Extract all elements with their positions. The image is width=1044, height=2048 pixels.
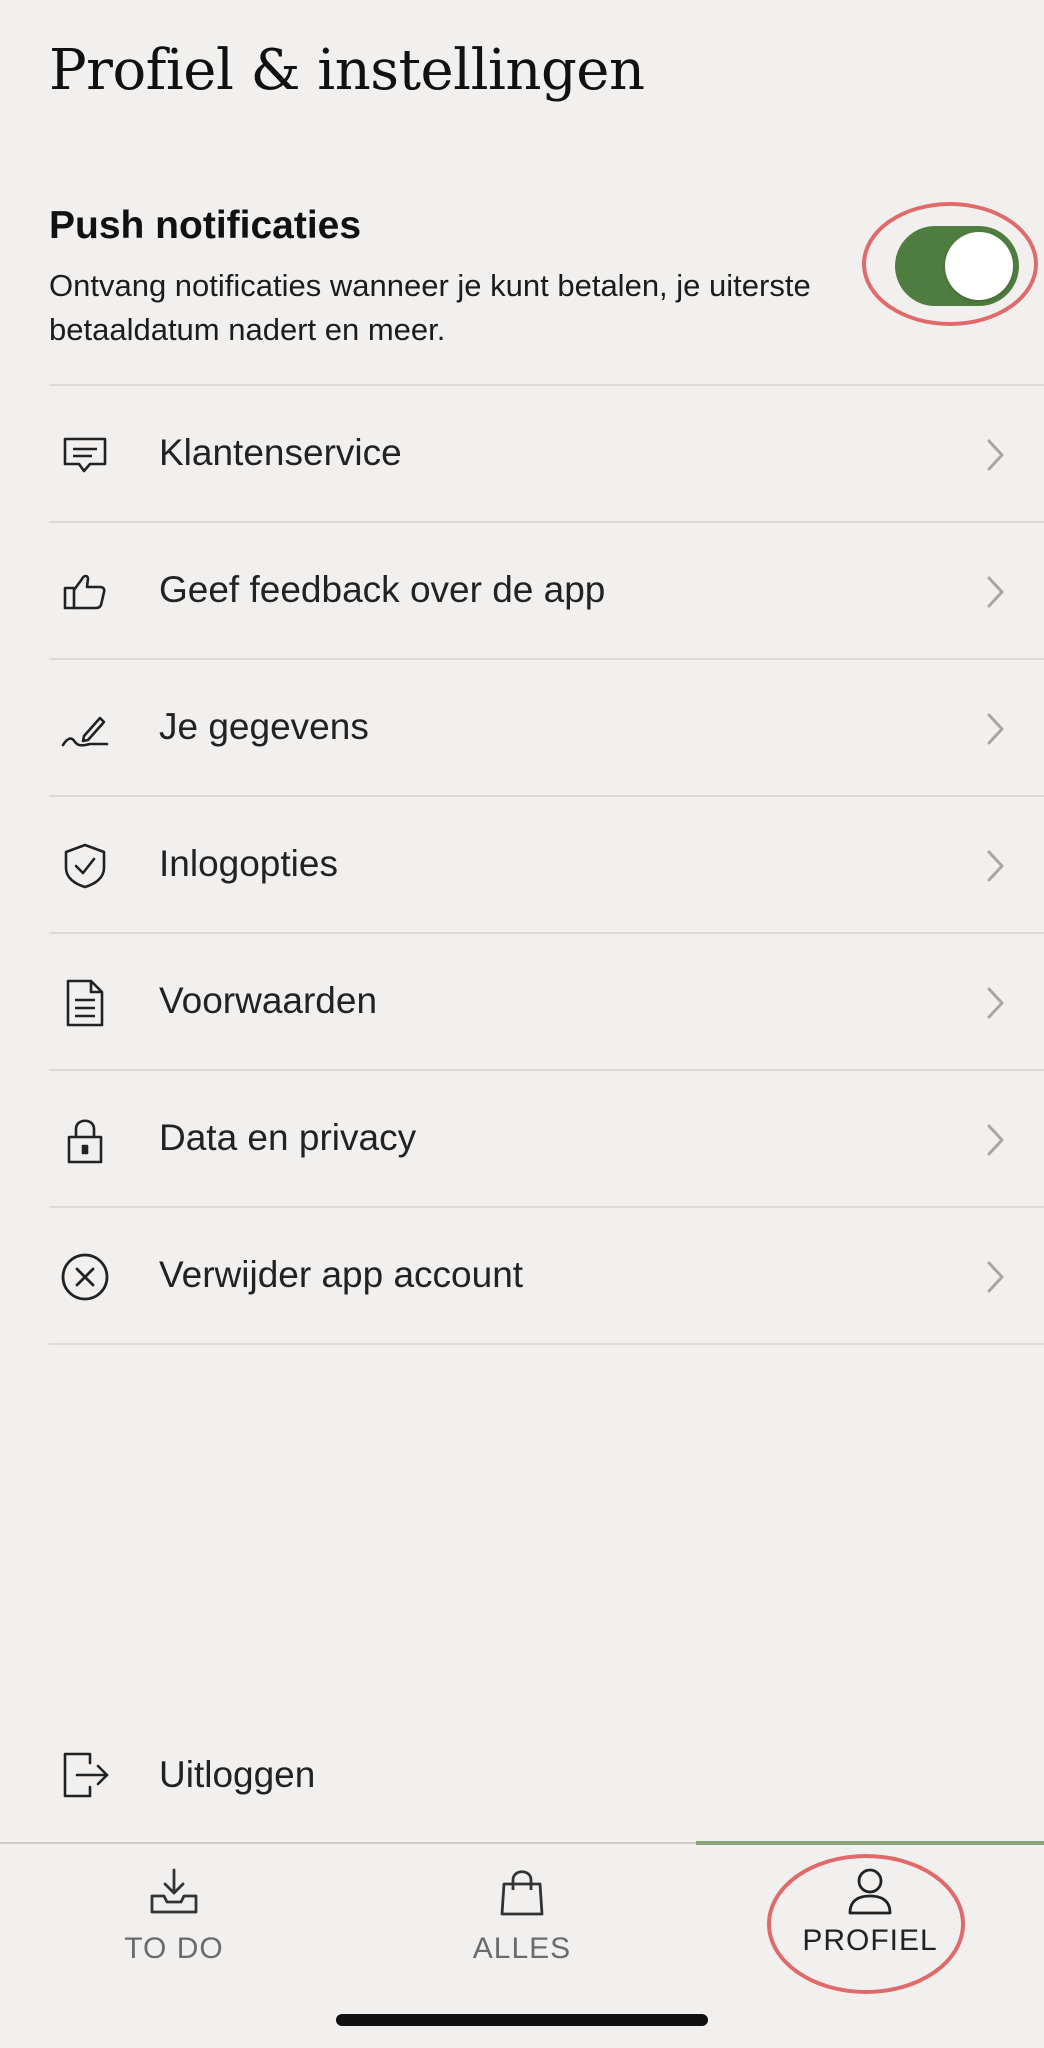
document-icon [60, 978, 110, 1028]
chevron-right-icon [980, 1258, 1010, 1296]
page-title: Profiel & instellingen [49, 38, 645, 103]
push-notifications-description: Ontvang notificaties wanneer je kunt bet… [49, 268, 811, 347]
circle-x-icon [60, 1252, 110, 1302]
menu-item-label: Je gegevens [159, 706, 369, 747]
chevron-right-icon [980, 710, 1010, 748]
tab-alles[interactable]: ALLES [348, 1844, 696, 1994]
menu-item-data-en-privacy[interactable]: Data en privacy [0, 1071, 1044, 1208]
settings-menu: Klantenservice Geef feedback over de app… [0, 386, 1044, 1345]
bottom-navigation: TO DO ALLES PROFIEL [0, 1841, 1044, 2048]
logout-button[interactable]: Uitloggen [0, 1730, 1044, 1822]
push-notifications-toggle[interactable] [895, 226, 1019, 306]
chevron-right-icon [980, 573, 1010, 611]
thumbs-up-icon [60, 567, 110, 617]
lock-icon [60, 1115, 110, 1165]
menu-item-label: Verwijder app account [159, 1254, 524, 1295]
menu-item-label: Geef feedback over de app [159, 569, 606, 610]
menu-item-feedback[interactable]: Geef feedback over de app [0, 523, 1044, 660]
push-notifications-section: Push notificaties Ontvang notificaties w… [49, 200, 995, 386]
chevron-right-icon [980, 984, 1010, 1022]
logout-label: Uitloggen [159, 1754, 316, 1795]
shopping-bag-icon [496, 1866, 548, 1918]
chevron-right-icon [980, 1121, 1010, 1159]
menu-item-klantenservice[interactable]: Klantenservice [0, 386, 1044, 523]
menu-item-label: Klantenservice [159, 432, 402, 473]
toggle-knob [945, 232, 1013, 300]
chevron-right-icon [980, 436, 1010, 474]
menu-item-label: Inlogopties [159, 843, 338, 884]
menu-item-verwijder-account[interactable]: Verwijder app account [0, 1208, 1044, 1345]
menu-item-label: Data en privacy [159, 1117, 417, 1158]
menu-item-inlogopties[interactable]: Inlogopties [0, 797, 1044, 934]
menu-item-je-gegevens[interactable]: Je gegevens [0, 660, 1044, 797]
tab-label: ALLES [472, 1932, 572, 1965]
shield-check-icon [60, 841, 110, 891]
menu-item-label: Voorwaarden [159, 980, 378, 1021]
logout-icon [60, 1750, 110, 1800]
home-indicator [336, 2014, 708, 2026]
profile-highlight-annotation [767, 1854, 965, 1994]
tab-todo[interactable]: TO DO [0, 1844, 348, 1994]
chevron-right-icon [980, 847, 1010, 885]
chat-icon [60, 430, 110, 480]
pen-signature-icon [60, 704, 110, 754]
menu-item-voorwaarden[interactable]: Voorwaarden [0, 934, 1044, 1071]
inbox-download-icon [148, 1866, 200, 1918]
tab-label: TO DO [124, 1932, 224, 1965]
push-notifications-title: Push notificaties [49, 204, 362, 247]
